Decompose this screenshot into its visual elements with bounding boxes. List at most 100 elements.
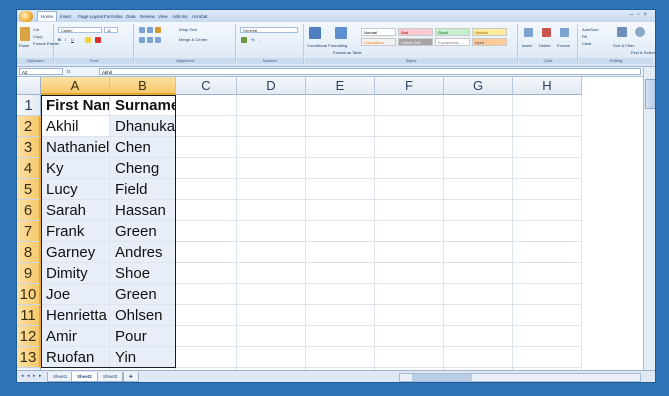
fill-color-icon[interactable] (85, 37, 91, 43)
row-header-1[interactable]: 1 (17, 95, 41, 116)
cell-e2[interactable] (306, 116, 375, 137)
cell-b10[interactable]: Green (110, 284, 176, 305)
column-header-c[interactable]: C (176, 77, 237, 95)
cell-d12[interactable] (237, 326, 306, 347)
cell-h3[interactable] (513, 137, 582, 158)
cell-b7[interactable]: Green (110, 221, 176, 242)
cell-a13[interactable]: Ruofan (41, 347, 110, 368)
cell-d11[interactable] (237, 305, 306, 326)
cell-h10[interactable] (513, 284, 582, 305)
cell-f8[interactable] (375, 242, 444, 263)
column-header-f[interactable]: F (375, 77, 444, 95)
vertical-scroll-thumb[interactable] (645, 79, 655, 109)
percent-button[interactable]: % (251, 37, 255, 42)
cell-c7[interactable] (176, 221, 237, 242)
sheet-tab-sheet3[interactable]: Sheet3 (97, 372, 124, 382)
cell-f2[interactable] (375, 116, 444, 137)
cell-b8[interactable]: Andres (110, 242, 176, 263)
cell-d13[interactable] (237, 347, 306, 368)
sort-filter-icon[interactable] (617, 27, 627, 37)
sort-filter-button[interactable]: Sort & Filter (613, 43, 634, 48)
ribbon-tab-add-ins[interactable]: Add-Ins (169, 12, 191, 21)
cell-e8[interactable] (306, 242, 375, 263)
cell-g9[interactable] (444, 263, 513, 284)
cell-e9[interactable] (306, 263, 375, 284)
last-sheet-nav-icon[interactable]: ▸ (39, 373, 42, 379)
ribbon-tab-home[interactable]: Home (37, 11, 58, 21)
cell-a4[interactable]: Ky (41, 158, 110, 179)
cell-c13[interactable] (176, 347, 237, 368)
cell-c5[interactable] (176, 179, 237, 200)
cell-c1[interactable] (176, 95, 237, 116)
cell-b13[interactable]: Yin (110, 347, 176, 368)
cell-f6[interactable] (375, 200, 444, 221)
cell-e1[interactable] (306, 95, 375, 116)
cell-e11[interactable] (306, 305, 375, 326)
orientation-icon[interactable] (155, 27, 161, 33)
cell-g1[interactable] (444, 95, 513, 116)
name-box[interactable]: A2 (19, 68, 63, 75)
cell-g5[interactable] (444, 179, 513, 200)
cell-g4[interactable] (444, 158, 513, 179)
cell-a12[interactable]: Amir (41, 326, 110, 347)
cell-g6[interactable] (444, 200, 513, 221)
cell-d9[interactable] (237, 263, 306, 284)
cell-c2[interactable] (176, 116, 237, 137)
row-header-2[interactable]: 2 (17, 116, 41, 137)
row-header-5[interactable]: 5 (17, 179, 41, 200)
number-format-select[interactable]: General (240, 27, 298, 33)
cell-d3[interactable] (237, 137, 306, 158)
cell-b5[interactable]: Field (110, 179, 176, 200)
cell-b6[interactable]: Hassan (110, 200, 176, 221)
find-select-button[interactable]: Find & Select (631, 50, 655, 55)
worksheet-grid[interactable]: ABCDEFGH 1First NameSurname 2AkhilDhanuka 3… (17, 77, 643, 370)
cell-style-tile[interactable]: Check Cell (398, 38, 433, 46)
font-color-icon[interactable] (95, 37, 101, 43)
paste-button[interactable]: Paste (19, 43, 29, 48)
align-top-icon[interactable] (139, 27, 145, 33)
cell-e5[interactable] (306, 179, 375, 200)
cell-h8[interactable] (513, 242, 582, 263)
cell-d2[interactable] (237, 116, 306, 137)
cell-style-tile[interactable]: Input (472, 38, 507, 46)
cell-f9[interactable] (375, 263, 444, 284)
cell-style-tile[interactable]: Calculation (361, 38, 396, 46)
cell-h6[interactable] (513, 200, 582, 221)
cell-g2[interactable] (444, 116, 513, 137)
cell-f3[interactable] (375, 137, 444, 158)
cell-d4[interactable] (237, 158, 306, 179)
row-header-13[interactable]: 13 (17, 347, 41, 368)
align-center-icon[interactable] (147, 37, 153, 43)
cell-a7[interactable]: Frank (41, 221, 110, 242)
cell-b2[interactable]: Dhanuka (110, 116, 176, 137)
cell-c10[interactable] (176, 284, 237, 305)
cell-f4[interactable] (375, 158, 444, 179)
cell-f10[interactable] (375, 284, 444, 305)
row-header-7[interactable]: 7 (17, 221, 41, 242)
insert-cells-button[interactable]: Insert (522, 43, 532, 48)
cell-b4[interactable]: Cheng (110, 158, 176, 179)
cell-a9[interactable]: Dimity (41, 263, 110, 284)
cell-f13[interactable] (375, 347, 444, 368)
cell-g7[interactable] (444, 221, 513, 242)
currency-icon[interactable] (241, 37, 247, 43)
clear-button[interactable]: Clear (582, 41, 592, 46)
column-header-g[interactable]: G (444, 77, 513, 95)
column-header-b[interactable]: B (110, 77, 176, 95)
cell-d7[interactable] (237, 221, 306, 242)
horizontal-scrollbar[interactable] (399, 373, 641, 382)
font-size-select[interactable]: 11 (104, 27, 118, 33)
cell-g8[interactable] (444, 242, 513, 263)
select-all-corner[interactable] (17, 77, 41, 95)
format-as-table-icon[interactable] (335, 27, 347, 39)
cell-style-tile[interactable]: Normal (361, 28, 396, 36)
cell-a6[interactable]: Sarah (41, 200, 110, 221)
column-header-a[interactable]: A (41, 77, 110, 95)
next-sheet-nav-icon[interactable]: ▸ (33, 373, 36, 379)
align-middle-icon[interactable] (147, 27, 153, 33)
row-header-8[interactable]: 8 (17, 242, 41, 263)
format-as-table-button[interactable]: Format as Table (333, 50, 362, 55)
office-button-icon[interactable] (19, 11, 33, 22)
comma-button[interactable]: , (259, 37, 260, 42)
cell-e10[interactable] (306, 284, 375, 305)
